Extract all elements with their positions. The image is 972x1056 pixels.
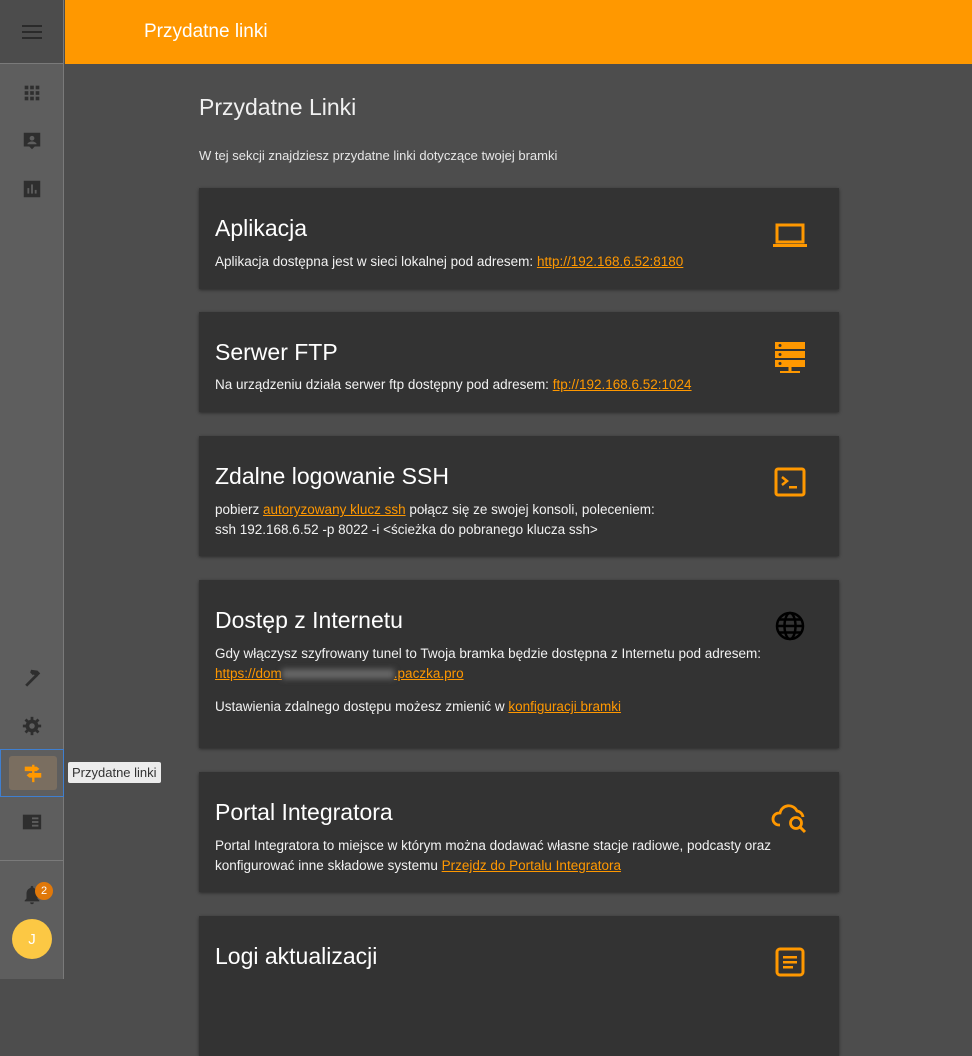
page-description: W tej sekcji znajdziesz przydatne linki … bbox=[199, 148, 558, 163]
card-icon-wrap bbox=[771, 607, 809, 645]
card-description: Ustawienia zdalnego dostępu możesz zmien… bbox=[215, 699, 509, 714]
notifications-button[interactable] bbox=[0, 875, 64, 915]
card-title: Zdalne logowanie SSH bbox=[215, 463, 449, 489]
card-update-logs: Logi aktualizacji bbox=[199, 916, 839, 1056]
remote-address-start: https://dom bbox=[215, 666, 282, 681]
remote-address-link[interactable]: https://dom .paczka.pro bbox=[215, 664, 464, 684]
ssh-key-link[interactable]: autoryzowany klucz ssh bbox=[263, 502, 406, 517]
terminal-icon bbox=[774, 467, 806, 497]
card-application: Aplikacja Aplikacja dostępna jest w siec… bbox=[199, 188, 839, 289]
card-description: Aplikacja dostępna jest w sieci lokalnej… bbox=[215, 254, 537, 269]
card-description: konfigurować inne składowe systemu bbox=[215, 858, 442, 873]
card-text: konfigurować inne składowe systemu Przej… bbox=[215, 856, 621, 876]
article-icon bbox=[775, 947, 805, 977]
app-link[interactable]: http://192.168.6.52:8180 bbox=[537, 254, 683, 269]
card-text: Na urządzeniu działa serwer ftp dostępny… bbox=[215, 375, 692, 395]
laptop-icon bbox=[773, 223, 807, 247]
card-description: Gdy włączysz szyfrowany tunel to Twoja b… bbox=[215, 646, 762, 661]
sidebar-divider bbox=[0, 860, 64, 861]
remote-address-end: .paczka.pro bbox=[393, 666, 464, 681]
signpost-icon bbox=[24, 764, 42, 783]
card-description: Portal Integratora to miejsce w którym m… bbox=[215, 838, 772, 853]
book-icon bbox=[22, 814, 42, 830]
top-app-bar: Przydatne linki bbox=[65, 0, 972, 64]
portal-link[interactable]: Przejdz do Portalu Integratora bbox=[442, 858, 621, 873]
sidebar-tooltip: Przydatne linki bbox=[68, 762, 161, 783]
server-icon bbox=[775, 342, 805, 373]
apps-grid-icon bbox=[24, 85, 40, 101]
bar-chart-icon bbox=[23, 180, 41, 198]
sidebar-item-settings[interactable] bbox=[0, 706, 64, 746]
card-integrator-portal: Portal Integratora Portal Integratora to… bbox=[199, 772, 839, 892]
card-icon-wrap bbox=[771, 216, 809, 254]
hammer-icon bbox=[25, 669, 41, 687]
gear-icon bbox=[22, 716, 42, 736]
card-icon-wrap bbox=[771, 943, 809, 981]
sidebar: 2 J bbox=[0, 0, 64, 979]
card-description: połącz się ze swojej konsoli, poleceniem… bbox=[405, 502, 655, 517]
card-title: Serwer FTP bbox=[215, 339, 338, 365]
hamburger-icon bbox=[21, 24, 42, 39]
gateway-config-link[interactable]: konfiguracji bramki bbox=[508, 699, 621, 714]
card-description: pobierz bbox=[215, 502, 264, 517]
sidebar-item-stats[interactable] bbox=[0, 169, 64, 209]
card-icon-wrap bbox=[771, 463, 809, 501]
ssh-command: ssh 192.168.6.52 -p 8022 -i <ścieżka do … bbox=[215, 522, 598, 537]
cloud-search-icon bbox=[771, 804, 807, 834]
notification-count-badge: 2 bbox=[35, 882, 53, 900]
sidebar-item-docs[interactable] bbox=[0, 802, 64, 842]
card-title: Portal Integratora bbox=[215, 799, 393, 825]
sidebar-item-useful-links[interactable] bbox=[0, 749, 64, 797]
sidebar-item-contacts[interactable] bbox=[0, 121, 64, 161]
user-avatar[interactable]: J bbox=[12, 919, 52, 959]
app-bar-title: Przydatne linki bbox=[144, 21, 268, 42]
card-title: Logi aktualizacji bbox=[215, 943, 378, 969]
sidebar-item-tools[interactable] bbox=[0, 658, 64, 698]
contact-card-icon bbox=[23, 132, 41, 150]
card-ftp: Serwer FTP Na urządzeniu działa serwer f… bbox=[199, 312, 839, 412]
globe-icon bbox=[775, 611, 805, 641]
card-title: Aplikacja bbox=[215, 215, 308, 241]
sidebar-item-apps[interactable] bbox=[0, 73, 64, 113]
card-internet-access: Dostęp z Internetu Gdy włączysz szyfrowa… bbox=[199, 580, 839, 748]
card-text: pobierz autoryzowany klucz ssh połącz si… bbox=[215, 500, 655, 520]
card-ssh: Zdalne logowanie SSH pobierz autoryzowan… bbox=[199, 436, 839, 556]
card-title: Dostęp z Internetu bbox=[215, 607, 403, 633]
menu-button[interactable] bbox=[0, 0, 63, 64]
card-description: Na urządzeniu działa serwer ftp dostępny… bbox=[215, 377, 553, 392]
page-title: Przydatne Linki bbox=[199, 94, 357, 120]
card-icon-wrap bbox=[771, 799, 809, 837]
card-text: Ustawienia zdalnego dostępu możesz zmien… bbox=[215, 697, 621, 717]
card-text: Aplikacja dostępna jest w sieci lokalnej… bbox=[215, 252, 683, 272]
card-icon-wrap bbox=[771, 338, 809, 376]
redacted-region bbox=[281, 669, 394, 680]
ftp-link[interactable]: ftp://192.168.6.52:1024 bbox=[553, 377, 692, 392]
